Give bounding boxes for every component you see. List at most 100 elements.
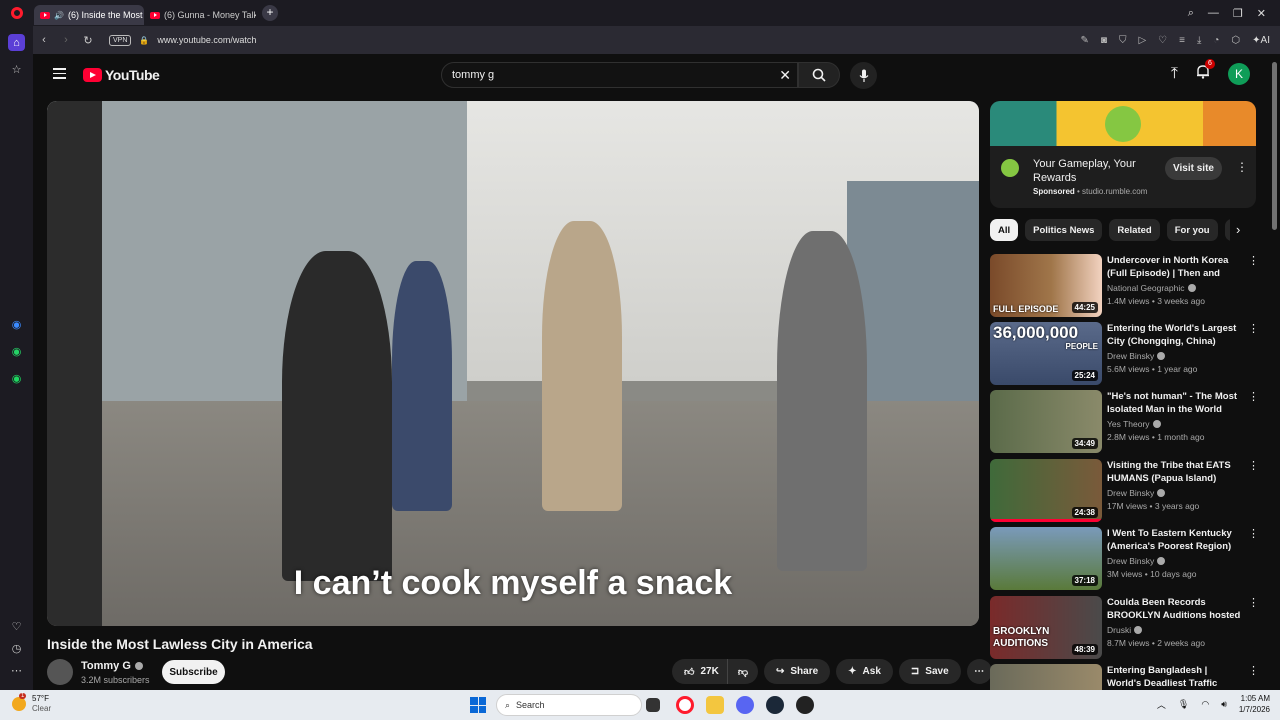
volume-icon[interactable]: 🔊︎	[1221, 699, 1227, 710]
more-vertical-icon[interactable]: ⋮	[1248, 664, 1256, 677]
heart-icon[interactable]: ♡	[1158, 35, 1167, 46]
edit-icon[interactable]: ✎	[1081, 35, 1089, 46]
video-thumbnail[interactable]: 37:18	[990, 527, 1102, 590]
scrollbar-thumb[interactable]	[1272, 62, 1277, 230]
download-icon[interactable]: ⤓	[1197, 35, 1201, 46]
list-item[interactable]: Entering Bangladesh | World's Deadliest …	[990, 664, 1256, 690]
steam-taskbar-icon[interactable]	[766, 696, 784, 714]
heart-icon[interactable]: ♡	[8, 618, 25, 635]
channel-name[interactable]: Tommy G	[81, 660, 143, 672]
history-icon[interactable]: ◷	[8, 640, 25, 657]
chip-related[interactable]: Related	[1109, 219, 1160, 241]
list-item[interactable]: 37:18 I Went To Eastern Kentucky (Americ…	[990, 527, 1259, 591]
channel-avatar[interactable]	[47, 659, 73, 685]
play-icon[interactable]: ▷	[1138, 35, 1146, 46]
page-scrollbar[interactable]	[1270, 54, 1280, 690]
rec-title[interactable]: Visiting the Tribe that EATS HUMANS (Pap…	[1107, 459, 1242, 485]
rec-title[interactable]: I Went To Eastern Kentucky (America's Po…	[1107, 527, 1242, 553]
video-thumbnail[interactable]	[990, 664, 1102, 690]
home-icon[interactable]: ⌂	[8, 34, 25, 51]
rec-title[interactable]: "He's not human" - The Most Isolated Man…	[1107, 390, 1242, 416]
profile-icon[interactable]: ◔	[1213, 35, 1219, 46]
opera-logo-icon[interactable]	[0, 0, 34, 26]
close-window-button[interactable]: ✕	[1257, 7, 1266, 20]
rec-channel[interactable]: Yes Theory	[1107, 419, 1161, 429]
rec-channel[interactable]: Drew Binsky	[1107, 556, 1166, 566]
youtube-logo[interactable]: YouTube	[83, 67, 160, 83]
shield-icon[interactable]: ⛉	[1119, 35, 1127, 46]
back-button[interactable]: ‹	[33, 34, 55, 46]
rec-channel[interactable]: National Geographic	[1107, 283, 1196, 293]
opera-taskbar-icon[interactable]	[676, 696, 694, 714]
reload-button[interactable]: ↻	[77, 34, 99, 47]
url-field[interactable]: www.youtube.com/watch	[157, 35, 256, 45]
new-tab-button[interactable]: +	[262, 5, 278, 21]
clock[interactable]: 1:05 AM 1/7/2026	[1239, 693, 1270, 715]
more-vertical-icon[interactable]: ⋮	[1236, 160, 1248, 174]
voice-search-button[interactable]	[850, 62, 877, 89]
rec-title[interactable]: Undercover in North Korea (Full Episode)…	[1107, 254, 1242, 281]
tab-inactive[interactable]: (6) Gunna - Money Talk [M	[144, 5, 256, 25]
star-icon[interactable]: ☆	[8, 61, 25, 78]
app-taskbar-icon[interactable]	[796, 696, 814, 714]
share-button[interactable]: ↪ Share	[763, 659, 831, 684]
rec-channel[interactable]: Druski	[1107, 625, 1143, 635]
list-item[interactable]: FULL EPISODE 44:25 Undercover in North K…	[990, 254, 1259, 318]
subscribe-button[interactable]: Subscribe	[162, 660, 225, 684]
video-thumbnail[interactable]: 34:49	[990, 390, 1102, 453]
maximize-button[interactable]: ❐	[1233, 7, 1243, 20]
video-player[interactable]: I can’t cook myself a snack	[47, 101, 979, 626]
upload-icon[interactable]: ⤒	[1171, 65, 1178, 83]
menu-icon[interactable]: ≡	[1179, 35, 1185, 46]
list-item[interactable]: 36,000,000 PEOPLE 25:24 Entering the Wor…	[990, 322, 1259, 386]
video-thumbnail[interactable]: 36,000,000 PEOPLE 25:24	[990, 322, 1102, 385]
more-vertical-icon[interactable]: ⋮	[1248, 254, 1259, 267]
chevron-up-icon[interactable]: ︿	[1157, 698, 1166, 711]
spotify-icon[interactable]: ◉	[8, 370, 25, 387]
minimize-button[interactable]: —	[1208, 7, 1219, 19]
account-avatar[interactable]: K	[1228, 63, 1250, 85]
visit-site-button[interactable]: Visit site	[1165, 157, 1222, 180]
ai-button[interactable]: ✦AI	[1252, 35, 1270, 46]
dislike-button[interactable]: 👎︎	[727, 659, 758, 684]
more-vertical-icon[interactable]: ⋮	[1248, 596, 1259, 609]
start-button-icon[interactable]	[470, 697, 486, 713]
chevron-right-icon[interactable]: ›	[1236, 222, 1240, 237]
weather-widget[interactable]: 1 57°F Clear	[12, 693, 51, 714]
more-actions-button[interactable]: ⋯	[966, 659, 992, 684]
chip-all[interactable]: All	[990, 219, 1019, 241]
file-explorer-taskbar-icon[interactable]	[646, 698, 660, 712]
chip-for-you[interactable]: For you	[1166, 219, 1218, 241]
like-button[interactable]: 👍︎ 27K	[672, 659, 728, 684]
rec-title[interactable]: Entering Bangladesh | World's Deadliest …	[1107, 664, 1242, 690]
extensions-icon[interactable]: ⬡	[1231, 35, 1240, 46]
save-button[interactable]: ⊐ Save	[898, 659, 961, 684]
list-item[interactable]: 24:38 Visiting the Tribe that EATS HUMAN…	[990, 459, 1259, 523]
more-vertical-icon[interactable]: ⋮	[1248, 390, 1259, 403]
messenger-icon[interactable]: ◉	[8, 316, 25, 333]
discord-taskbar-icon[interactable]	[736, 696, 754, 714]
list-item[interactable]: 34:49 "He's not human" - The Most Isolat…	[990, 390, 1259, 454]
video-thumbnail[interactable]: FULL EPISODE 44:25	[990, 254, 1102, 317]
more-vertical-icon[interactable]: ⋮	[1248, 322, 1259, 335]
lock-icon[interactable]: 🔒	[139, 36, 149, 45]
notifications-button[interactable]: 6	[1196, 59, 1215, 84]
video-thumbnail[interactable]: BROOKLYN AUDITIONS 48:39	[990, 596, 1102, 659]
whatsapp-icon[interactable]: ◉	[8, 343, 25, 360]
rec-title[interactable]: Entering the World's Largest City (Chong…	[1107, 322, 1242, 348]
chip-partial[interactable]: Re	[1224, 219, 1230, 241]
camera-icon[interactable]: ◙	[1101, 35, 1107, 46]
video-thumbnail[interactable]: 24:38	[990, 459, 1102, 522]
hamburger-menu-icon[interactable]	[53, 68, 66, 79]
rec-channel[interactable]: Drew Binsky	[1107, 488, 1166, 498]
ask-button[interactable]: ✦ Ask	[836, 659, 893, 684]
taskbar-search[interactable]: ⌕ Search	[496, 694, 642, 716]
more-vertical-icon[interactable]: ⋮	[1248, 527, 1259, 540]
rec-channel[interactable]: Drew Binsky	[1107, 351, 1166, 361]
microphone-icon[interactable]: 🎙︎	[1178, 699, 1189, 710]
search-tabs-icon[interactable]: ⌕	[1188, 7, 1194, 20]
speaker-icon[interactable]: 🔊	[54, 11, 64, 20]
wifi-icon[interactable]: ◠	[1201, 699, 1209, 710]
rec-title[interactable]: Coulda Been Records BROOKLYN Auditions h…	[1107, 596, 1242, 623]
more-icon[interactable]: ⋯	[8, 662, 25, 679]
